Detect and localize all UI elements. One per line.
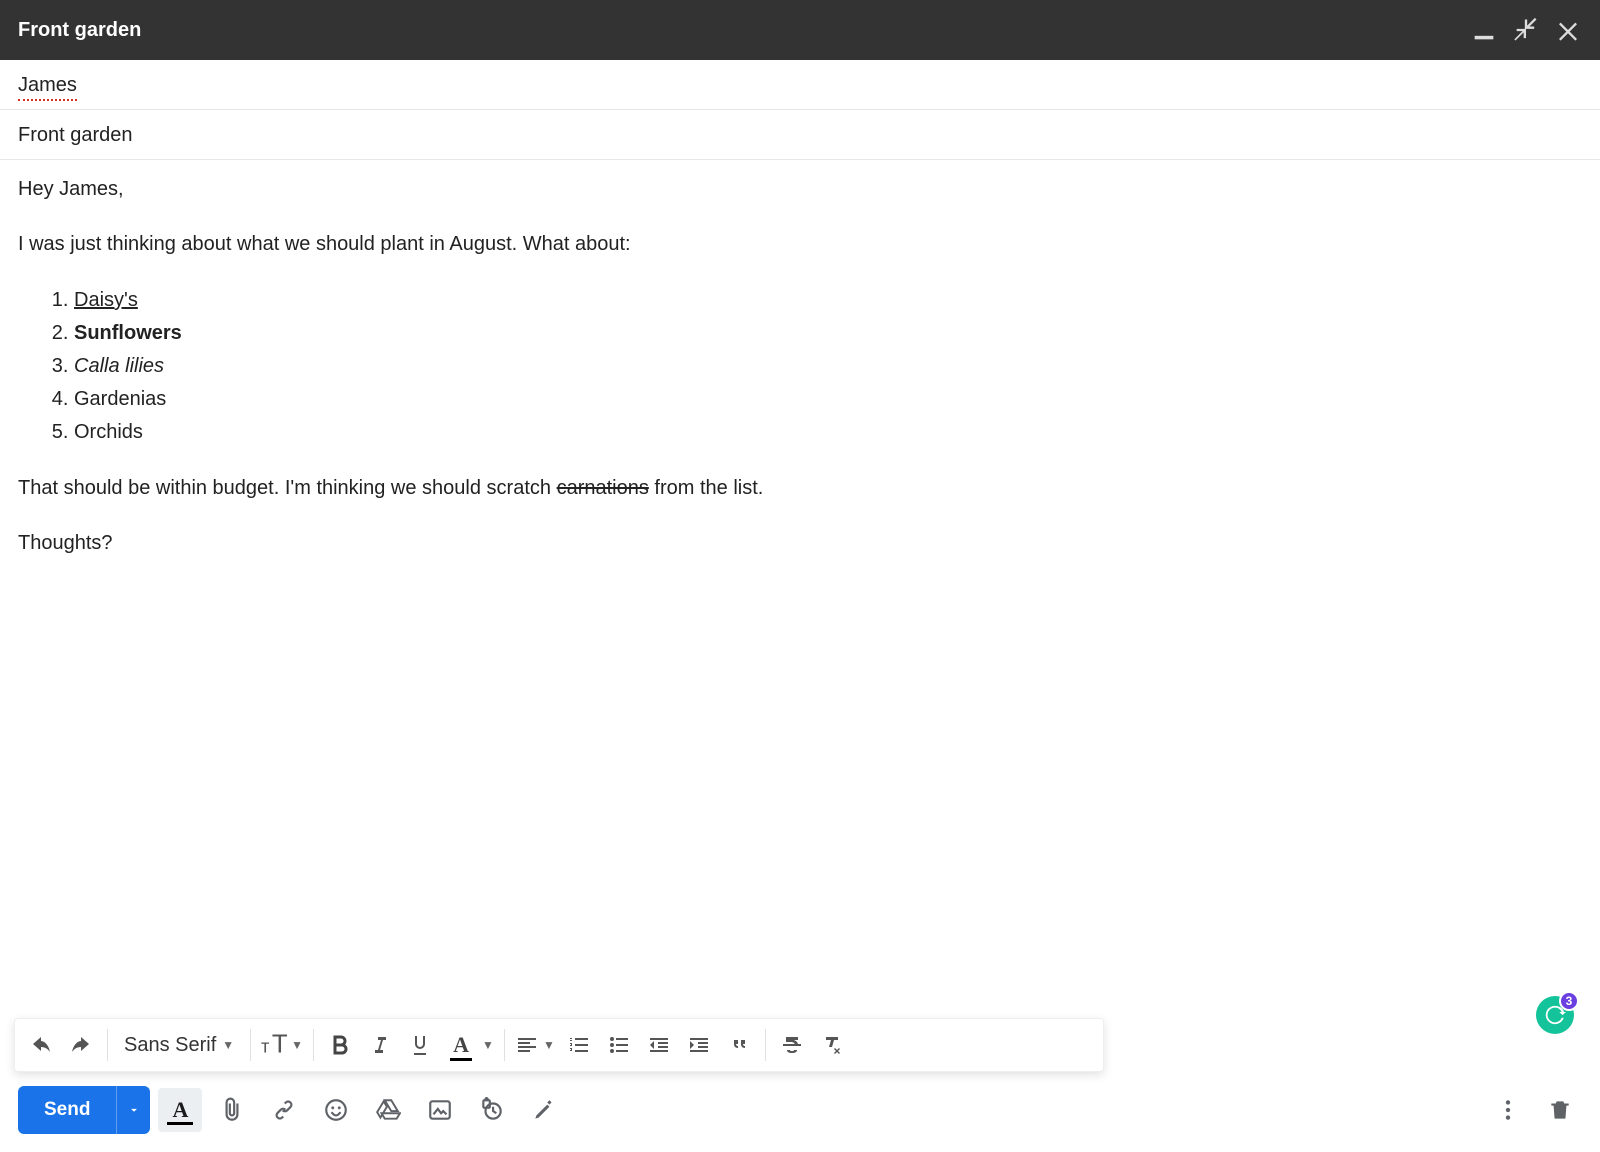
window-title: Front garden: [18, 19, 1456, 42]
subject-field[interactable]: Front garden: [0, 110, 1600, 160]
numbered-list-button[interactable]: [559, 1025, 599, 1065]
strikethrough-button[interactable]: [772, 1025, 812, 1065]
font-family-dropdown[interactable]: Sans Serif ▼: [114, 1034, 244, 1057]
indent-decrease-button[interactable]: [639, 1025, 679, 1065]
titlebar: Front garden: [0, 0, 1600, 60]
close-icon[interactable]: [1554, 16, 1582, 44]
grammarly-button[interactable]: 3: [1536, 996, 1574, 1034]
chevron-down-icon: ▼: [291, 1038, 303, 1052]
list-item: Daisy's: [74, 284, 1582, 317]
underline-button[interactable]: [400, 1025, 440, 1065]
font-family-label: Sans Serif: [124, 1034, 216, 1057]
minimize-icon[interactable]: [1470, 16, 1498, 44]
svg-text:T: T: [272, 1032, 287, 1058]
body-intro: I was just thinking about what we should…: [18, 229, 1582, 260]
send-button[interactable]: Send: [18, 1086, 116, 1134]
format-toolbar-wrap: Sans Serif ▼ тT ▼ A ▼ ▼: [0, 1018, 1600, 1072]
quote-button[interactable]: [719, 1025, 759, 1065]
align-dropdown[interactable]: ▼: [511, 1033, 559, 1057]
insert-signature-button[interactable]: [522, 1088, 566, 1132]
more-options-button[interactable]: [1486, 1088, 1530, 1132]
bulleted-list-button[interactable]: [599, 1025, 639, 1065]
svg-text:т: т: [261, 1036, 270, 1057]
send-options-button[interactable]: [116, 1086, 150, 1134]
body-para2: That should be within budget. I'm thinki…: [18, 473, 1582, 504]
text-color-dropdown[interactable]: A ▼: [440, 1025, 498, 1065]
list-item: Calla lilies: [74, 350, 1582, 383]
insert-drive-button[interactable]: [366, 1088, 410, 1132]
grammarly-count-badge: 3: [1559, 991, 1579, 1011]
indent-increase-button[interactable]: [679, 1025, 719, 1065]
text-a-icon: A: [173, 1097, 189, 1123]
body-closing: Thoughts?: [18, 528, 1582, 559]
font-size-dropdown[interactable]: тT ▼: [257, 1032, 307, 1058]
list-item: Gardenias: [74, 383, 1582, 416]
formatting-options-button[interactable]: A: [158, 1088, 202, 1132]
plant-list: Daisy's Sunflowers Calla lilies Gardenia…: [60, 284, 1582, 449]
popout-collapse-icon[interactable]: [1512, 16, 1540, 44]
chevron-down-icon: ▼: [482, 1038, 494, 1052]
body-greeting: Hey James,: [18, 174, 1582, 205]
undo-button[interactable]: [21, 1025, 61, 1065]
chevron-down-icon: ▼: [543, 1038, 555, 1052]
message-body[interactable]: Hey James, I was just thinking about wha…: [0, 160, 1600, 1018]
confidential-mode-button[interactable]: [470, 1088, 514, 1132]
attach-file-button[interactable]: [210, 1088, 254, 1132]
chevron-down-icon: ▼: [222, 1038, 234, 1052]
compose-window: Front garden James Front garden Hey Jame…: [0, 0, 1600, 1152]
bold-button[interactable]: [320, 1025, 360, 1065]
to-field[interactable]: James: [0, 60, 1600, 110]
italic-button[interactable]: [360, 1025, 400, 1065]
recipient-chip[interactable]: James: [18, 74, 77, 97]
text-color-icon: A: [453, 1032, 469, 1058]
subject-text: Front garden: [18, 124, 133, 146]
insert-link-button[interactable]: [262, 1088, 306, 1132]
send-group: Send: [18, 1086, 150, 1134]
redo-button[interactable]: [61, 1025, 101, 1065]
list-item: Orchids: [74, 416, 1582, 449]
insert-emoji-button[interactable]: [314, 1088, 358, 1132]
action-bar: Send A: [0, 1072, 1600, 1152]
format-toolbar: Sans Serif ▼ тT ▼ A ▼ ▼: [14, 1018, 1104, 1072]
discard-draft-button[interactable]: [1538, 1088, 1582, 1132]
insert-photo-button[interactable]: [418, 1088, 462, 1132]
list-item: Sunflowers: [74, 317, 1582, 350]
remove-formatting-button[interactable]: [812, 1025, 852, 1065]
